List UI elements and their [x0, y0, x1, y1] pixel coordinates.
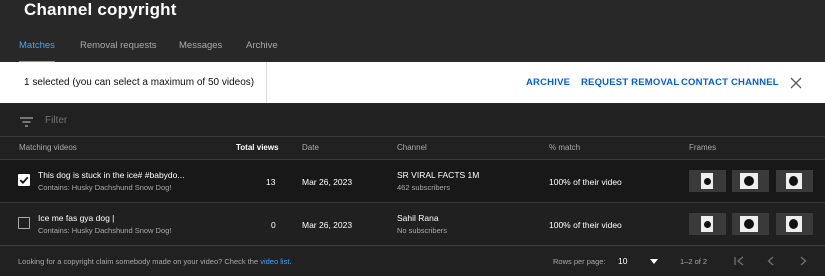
page-title: Channel copyright: [24, 0, 177, 19]
frames-strip: [689, 170, 815, 192]
subscriber-count: No subscribers: [397, 226, 448, 235]
channel-name[interactable]: Sahil Rana: [397, 213, 439, 223]
frame-thumbnail: [689, 213, 726, 235]
table-row[interactable]: Ice me fas gya dog | Contains: Husky Dac…: [0, 203, 825, 246]
table-footer: Looking for a copyright claim somebody m…: [0, 247, 825, 276]
previous-page-icon[interactable]: [765, 254, 777, 272]
next-page-icon[interactable]: [797, 254, 809, 272]
column-date[interactable]: Date: [302, 143, 319, 152]
archive-button[interactable]: ARCHIVE: [526, 77, 570, 88]
first-page-icon[interactable]: [733, 254, 745, 272]
date: Mar 26, 2023: [302, 220, 353, 230]
table-row[interactable]: This dog is stuck in the ice# #babydo...…: [0, 160, 825, 203]
frame-thumbnail: [732, 213, 770, 235]
row-checkbox[interactable]: [18, 174, 30, 186]
video-contains: Contains: Husky Dachshund Snow Dog!: [38, 183, 172, 192]
tab-removal-requests[interactable]: Removal requests: [80, 40, 157, 61]
video-title[interactable]: Ice me fas gya dog |: [38, 213, 114, 223]
selection-bar: 1 selected (you can select a maximum of …: [0, 62, 825, 103]
tab-bar: Matches Removal requests Messages Archiv…: [0, 34, 825, 63]
column-frames: Frames: [689, 143, 717, 152]
column-matching-videos: Matching videos: [19, 143, 77, 152]
column-channel[interactable]: Channel: [397, 143, 427, 152]
tab-matches[interactable]: Matches: [19, 40, 55, 63]
frame-thumbnail: [775, 170, 813, 192]
selection-count-text: 1 selected (you can select a maximum of …: [24, 77, 255, 88]
tab-messages[interactable]: Messages: [179, 40, 222, 61]
frame-thumbnail: [732, 170, 770, 192]
table-header: Matching videos Total views Date Channel…: [0, 137, 825, 160]
date: Mar 26, 2023: [302, 177, 353, 187]
chevron-down-icon[interactable]: [650, 259, 658, 264]
frame-thumbnail: [689, 170, 726, 192]
total-views: 0: [271, 220, 276, 230]
filter-icon[interactable]: [20, 114, 33, 132]
video-list-link[interactable]: video list: [260, 257, 289, 266]
filter-bar[interactable]: Filter: [0, 104, 825, 137]
video-contains: Contains: Husky Dachshund Snow Dog!: [38, 226, 172, 235]
frame-thumbnail: [775, 213, 813, 235]
footer-text-end: .: [289, 257, 292, 266]
tab-archive[interactable]: Archive: [246, 40, 278, 61]
rows-per-page-label: Rows per page:: [553, 257, 606, 266]
total-views: 13: [266, 177, 276, 187]
match-percent: 100% of their video: [549, 177, 622, 187]
footer-help-text: Looking for a copyright claim somebody m…: [18, 257, 292, 266]
column-total-views[interactable]: Total views: [236, 143, 279, 152]
footer-text: Looking for a copyright claim somebody m…: [18, 257, 261, 266]
match-percent: 100% of their video: [549, 220, 622, 230]
channel-name[interactable]: SR VIRAL FACTS 1M: [397, 170, 479, 180]
video-title[interactable]: This dog is stuck in the ice# #babydo...: [38, 170, 184, 180]
request-removal-button[interactable]: REQUEST REMOVAL: [581, 77, 679, 88]
column-match[interactable]: % match: [549, 143, 580, 152]
pagination-range: 1–2 of 2: [680, 257, 708, 266]
row-checkbox[interactable]: [18, 217, 30, 229]
subscriber-count: 462 subscribers: [397, 183, 450, 192]
frames-strip: [689, 213, 815, 235]
filter-input[interactable]: Filter: [45, 115, 67, 126]
close-icon[interactable]: [790, 76, 802, 89]
checkmark-icon: [19, 176, 29, 184]
rows-per-page-select[interactable]: 10: [618, 256, 627, 266]
contact-channel-button[interactable]: CONTACT CHANNEL: [681, 77, 779, 88]
divider: [266, 62, 267, 103]
